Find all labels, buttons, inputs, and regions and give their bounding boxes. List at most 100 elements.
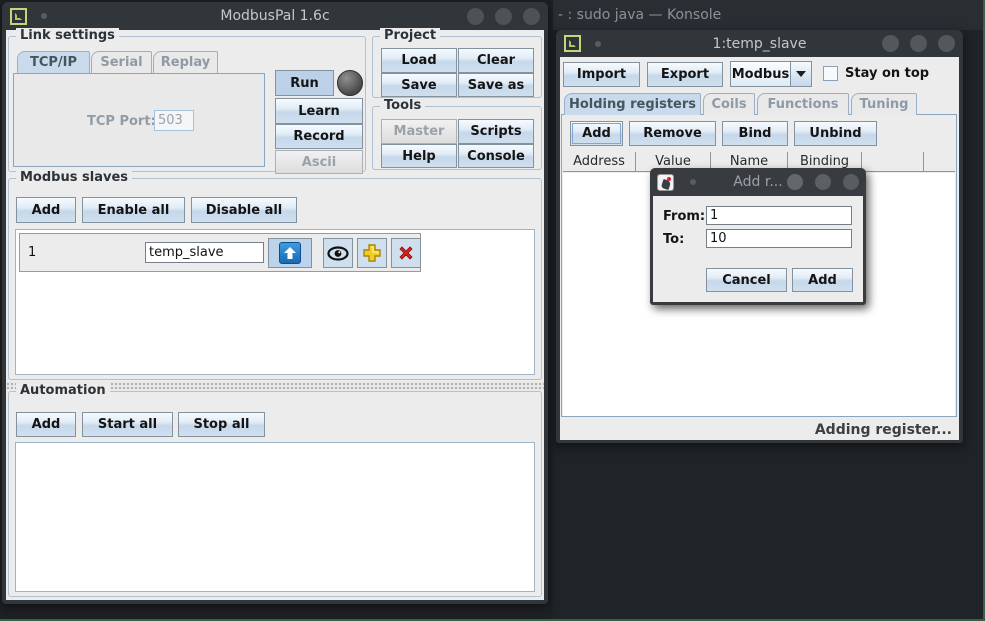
master-button[interactable]: Master xyxy=(381,119,457,144)
dialog-add-button[interactable]: Add xyxy=(792,268,853,292)
slave-enable-toggle[interactable] xyxy=(268,238,312,268)
eye-icon xyxy=(327,246,349,261)
minimize-button[interactable] xyxy=(467,8,484,25)
dialog-close-button[interactable] xyxy=(843,174,859,190)
mode-combobox-value: Modbus xyxy=(731,67,790,82)
save-as-button[interactable]: Save as xyxy=(458,73,534,97)
tab-holding-registers[interactable]: Holding registers xyxy=(564,93,701,115)
app-icon-glyph xyxy=(15,13,22,20)
project-title: Project xyxy=(380,28,440,43)
tcpip-panel: TCP Port: xyxy=(13,73,265,167)
slave-titlebar-dot-icon xyxy=(595,41,601,47)
run-button[interactable]: Run xyxy=(275,70,334,96)
dialog-titlebar-dot-icon xyxy=(690,179,696,185)
register-unbind-button[interactable]: Unbind xyxy=(794,121,877,146)
to-input[interactable] xyxy=(706,229,852,248)
stay-on-top-checkbox[interactable] xyxy=(823,66,838,81)
chevron-down-icon xyxy=(796,71,806,77)
tab-tcpip[interactable]: TCP/IP xyxy=(17,51,90,73)
export-button[interactable]: Export xyxy=(647,62,723,87)
modbus-slaves-title: Modbus slaves xyxy=(16,170,132,185)
automation-list xyxy=(15,442,535,592)
dialog-icon-dot xyxy=(667,177,671,181)
console-button[interactable]: Console xyxy=(458,144,534,168)
slave-window: 1:temp_slave Import Export Modbus Stay o… xyxy=(556,30,963,443)
konsole-title: - : sudo java — Konsole xyxy=(558,7,721,23)
slave-app-icon[interactable] xyxy=(564,35,581,52)
from-label: From: xyxy=(663,209,705,224)
tab-tuning[interactable]: Tuning xyxy=(851,93,917,115)
tab-coils[interactable]: Coils xyxy=(703,93,755,115)
save-button[interactable]: Save xyxy=(381,73,457,97)
start-all-button[interactable]: Start all xyxy=(82,412,173,437)
dialog-maximize-button[interactable] xyxy=(815,174,831,190)
slave-window-titlebar[interactable]: 1:temp_slave xyxy=(556,30,963,57)
automation-title: Automation xyxy=(16,383,110,398)
mode-combobox[interactable]: Modbus xyxy=(730,61,812,87)
add-registers-dialog: Add r... From: To: Cancel Add xyxy=(650,168,866,305)
tools-title: Tools xyxy=(380,98,425,113)
to-label: To: xyxy=(663,232,684,247)
slave-name-input[interactable] xyxy=(145,242,264,263)
project-group: Project Load Clear Save Save as xyxy=(372,36,542,98)
modbuspal-content: Link settings TCP/IP Serial Replay TCP P… xyxy=(6,30,544,600)
automation-group: Automation Add Start all Stop all xyxy=(8,391,542,597)
slave-close-button[interactable] xyxy=(938,35,955,52)
load-button[interactable]: Load xyxy=(381,48,457,73)
automation-add-button[interactable]: Add xyxy=(16,412,76,437)
up-arrow-icon xyxy=(279,242,301,264)
from-input[interactable] xyxy=(706,206,852,225)
tab-functions[interactable]: Functions xyxy=(757,93,849,115)
dialog-titlebar[interactable]: Add r... xyxy=(650,168,866,196)
stay-on-top-label: Stay on top xyxy=(845,66,929,81)
clear-button[interactable]: Clear xyxy=(458,48,534,73)
link-settings-title: Link settings xyxy=(16,28,119,43)
slave-view-button[interactable] xyxy=(323,238,353,268)
record-button[interactable]: Record xyxy=(275,124,363,149)
stop-all-button[interactable]: Stop all xyxy=(178,412,265,437)
slave-app-icon-glyph xyxy=(569,40,576,47)
slave-maximize-button[interactable] xyxy=(910,35,927,52)
titlebar-dot-icon xyxy=(41,13,47,19)
maximize-button[interactable] xyxy=(495,8,512,25)
col-header-empty xyxy=(862,152,924,171)
app-icon[interactable] xyxy=(10,8,27,25)
modbus-slaves-group: Modbus slaves Add Enable all Disable all… xyxy=(8,178,542,380)
slaves-add-button[interactable]: Add xyxy=(16,197,76,223)
import-button[interactable]: Import xyxy=(563,62,640,87)
modbuspal-titlebar[interactable]: ModbusPal 1.6c xyxy=(2,2,548,30)
tools-group: Tools Master Scripts Help Console xyxy=(372,106,542,170)
disable-all-button[interactable]: Disable all xyxy=(191,197,297,223)
dialog-minimize-button[interactable] xyxy=(787,174,803,190)
delete-x-icon xyxy=(396,243,416,263)
enable-all-button[interactable]: Enable all xyxy=(82,197,185,223)
help-button[interactable]: Help xyxy=(381,144,457,168)
dialog-cancel-button[interactable]: Cancel xyxy=(706,268,787,292)
slave-row[interactable]: 1 xyxy=(19,233,421,272)
dialog-app-icon xyxy=(657,174,674,191)
ascii-button[interactable]: Ascii xyxy=(275,150,363,174)
run-led-icon xyxy=(337,70,363,96)
close-button[interactable] xyxy=(523,8,540,25)
plus-icon xyxy=(361,242,383,264)
register-bind-button[interactable]: Bind xyxy=(722,121,788,146)
konsole-titlebar[interactable]: - : sudo java — Konsole xyxy=(553,0,983,30)
register-add-button[interactable]: Add xyxy=(570,121,623,146)
register-remove-button[interactable]: Remove xyxy=(629,121,716,146)
slave-delete-button[interactable] xyxy=(391,238,421,268)
status-text: Adding register... xyxy=(815,422,952,438)
tab-replay[interactable]: Replay xyxy=(153,51,218,73)
modbuspal-window: ModbusPal 1.6c Link settings TCP/IP Seri… xyxy=(2,2,548,604)
link-settings-group: Link settings TCP/IP Serial Replay TCP P… xyxy=(8,36,366,172)
tcp-port-input[interactable] xyxy=(154,110,194,131)
tcp-port-label: TCP Port: xyxy=(87,114,156,129)
dialog-body: From: To: Cancel Add xyxy=(653,196,863,302)
learn-button[interactable]: Learn xyxy=(275,98,363,124)
col-header-address[interactable]: Address xyxy=(563,152,636,171)
scripts-button[interactable]: Scripts xyxy=(458,119,534,144)
slave-minimize-button[interactable] xyxy=(882,35,899,52)
combo-dropdown-button[interactable] xyxy=(790,62,811,86)
slave-id: 1 xyxy=(28,245,36,260)
tab-serial[interactable]: Serial xyxy=(91,51,152,73)
slave-duplicate-button[interactable] xyxy=(357,238,387,268)
